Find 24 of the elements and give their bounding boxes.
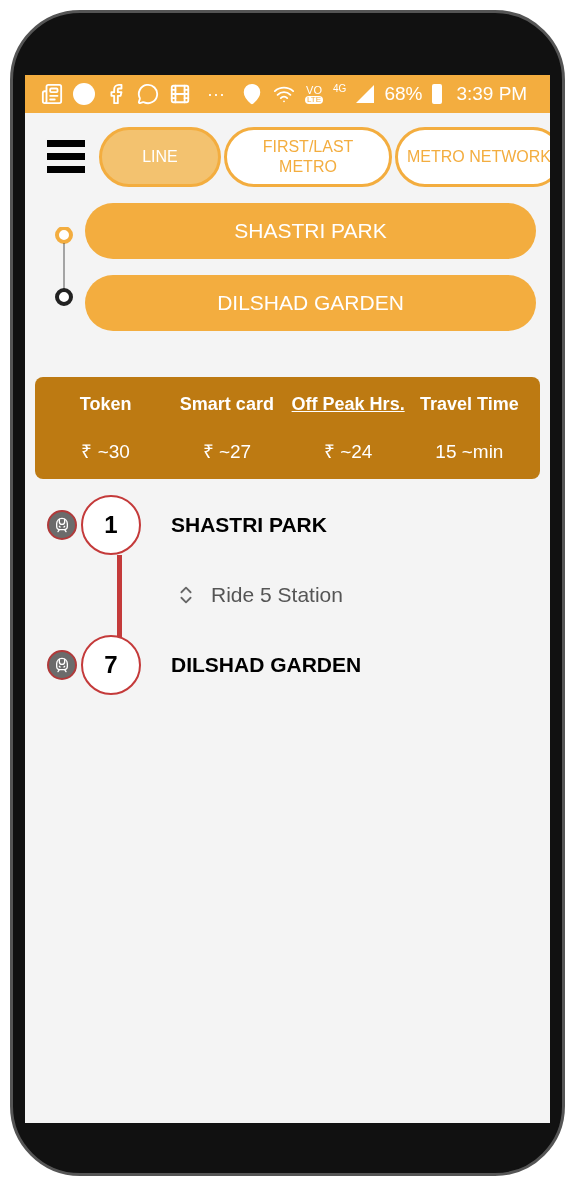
station-number: 7 bbox=[81, 635, 141, 695]
tab[interactable]: METRO NETWORK bbox=[395, 127, 550, 187]
fare-value: ₹ ~30 bbox=[81, 440, 130, 464]
clock: 3:39 PM bbox=[456, 81, 528, 106]
network-label: 4G bbox=[333, 82, 347, 96]
volte-label: VO bbox=[306, 84, 322, 96]
station-name: SHASTRI PARK bbox=[171, 512, 327, 539]
tab[interactable]: LINE bbox=[99, 127, 221, 187]
lte-badge: LTE bbox=[305, 95, 324, 104]
station-number: 1 bbox=[81, 495, 141, 555]
fare-label: Smart card bbox=[179, 393, 274, 416]
fare-label: Travel Time bbox=[420, 393, 519, 416]
station-name: DILSHAD GARDEN bbox=[171, 652, 362, 679]
origin-field[interactable]: SHASTRI PARK bbox=[85, 203, 536, 259]
fare-value: 15 ~min bbox=[435, 440, 504, 464]
fare-label: Token bbox=[79, 393, 132, 416]
more-notifications: ··· bbox=[207, 82, 225, 106]
tab[interactable]: FIRST/LAST METRO bbox=[224, 127, 392, 187]
destination-field[interactable]: DILSHAD GARDEN bbox=[85, 275, 536, 331]
fare-value: ₹ ~27 bbox=[202, 440, 252, 464]
ride-summary: Ride 5 Station bbox=[211, 582, 343, 609]
fare-label: Off Peak Hrs. bbox=[291, 393, 405, 416]
battery-percent: 68% bbox=[384, 81, 423, 106]
fare-value: ₹ ~24 bbox=[323, 440, 373, 464]
